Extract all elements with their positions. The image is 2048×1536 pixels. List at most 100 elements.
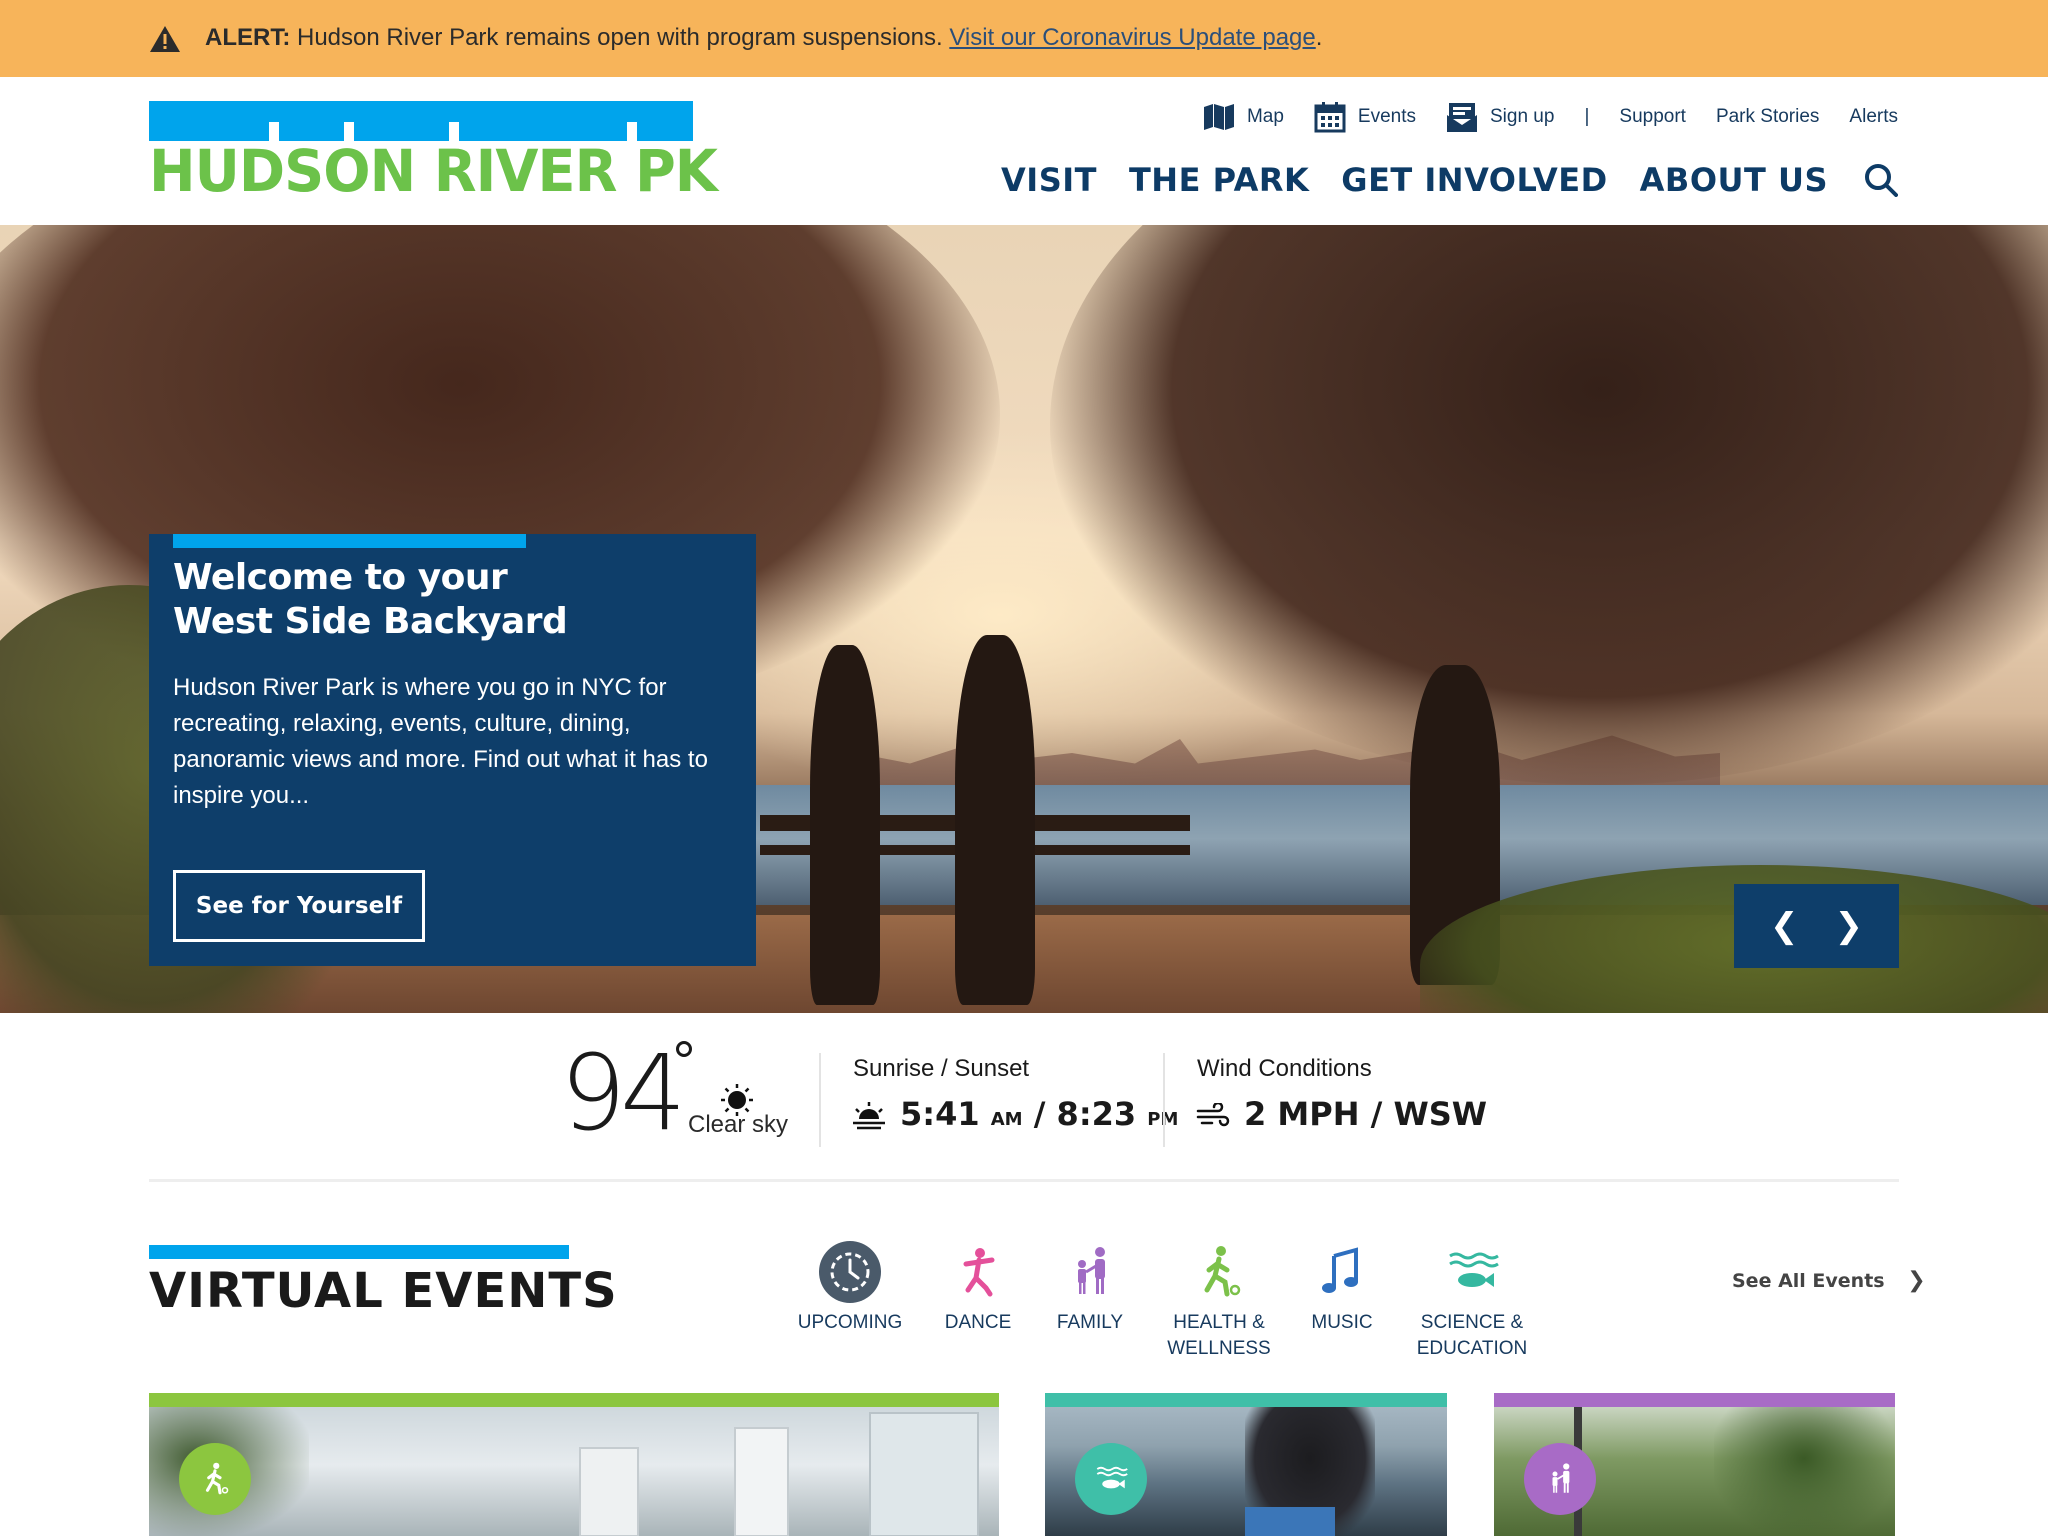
logo-wordmark: HUDSON RIVER PK xyxy=(149,137,718,205)
sun-times-label: Sunrise / Sunset xyxy=(853,1055,1030,1082)
hero-runner xyxy=(810,645,880,1005)
category-label: SCIENCE & xyxy=(1420,1312,1524,1333)
weather-divider xyxy=(1163,1053,1165,1147)
category-label: HEALTH & xyxy=(1173,1312,1265,1333)
nav-item-about-us[interactable]: ABOUT US xyxy=(1640,161,1828,199)
clock-icon xyxy=(819,1241,881,1303)
weather-bar: 94 Clear sky Sunrise / Sunset 5:41 AM / … xyxy=(0,1013,2048,1183)
category-label: UPCOMING xyxy=(797,1312,903,1333)
alert-label: ALERT: xyxy=(205,24,291,51)
hero-description: Hudson River Park is where you go in NYC… xyxy=(173,674,708,809)
util-link-park-stories[interactable]: Park Stories xyxy=(1716,106,1819,128)
event-card[interactable] xyxy=(149,1393,999,1536)
alert-message: Hudson River Park remains open with prog… xyxy=(297,24,943,51)
sunset-icon xyxy=(853,1102,885,1130)
sun-times-value: 5:41 AM / 8:23 PM xyxy=(900,1095,1178,1133)
util-link-map[interactable]: Map xyxy=(1203,103,1284,131)
alert-trailing: . xyxy=(1315,24,1323,51)
util-link-label: Alerts xyxy=(1849,106,1898,127)
util-link-signup[interactable]: Sign up xyxy=(1446,101,1554,133)
logo-bridge-bar xyxy=(149,101,693,141)
carousel-controls: ❮ ❯ xyxy=(1734,884,1899,968)
category-label: MUSIC xyxy=(1311,1312,1373,1333)
hero-trees xyxy=(1050,225,2048,785)
fish-icon xyxy=(1449,1252,1499,1287)
category-family[interactable]: FAMILY xyxy=(1040,1240,1140,1336)
carousel-prev-button[interactable]: ❮ xyxy=(1764,906,1804,946)
nav-item-get-involved[interactable]: GET INVOLVED xyxy=(1341,161,1607,199)
alert-bar: ALERT: Hudson River Park remains open wi… xyxy=(0,0,2048,77)
util-link-events[interactable]: Events xyxy=(1314,101,1416,133)
photo-building xyxy=(734,1427,789,1536)
utility-nav: Map Events Sign up | Support Park Storie… xyxy=(1173,99,1898,135)
warning-icon xyxy=(150,26,180,52)
sunset-time: 8:23 xyxy=(1056,1095,1137,1133)
photo-building xyxy=(579,1447,639,1536)
dancer-icon xyxy=(963,1248,995,1297)
chevron-right-icon: ❯ xyxy=(1907,1268,1926,1293)
event-card-photo xyxy=(149,1407,999,1536)
event-card-accent xyxy=(149,1393,999,1407)
hero-title: Welcome to your West Side Backyard xyxy=(173,556,733,644)
map-icon xyxy=(1203,104,1234,130)
util-link-label: Support xyxy=(1619,106,1686,127)
section-divider xyxy=(149,1179,1899,1182)
family-icon xyxy=(1078,1247,1105,1294)
category-label: EDUCATION xyxy=(1416,1338,1528,1359)
photo-building xyxy=(869,1412,979,1536)
calendar-icon xyxy=(1314,102,1346,133)
event-category-badge xyxy=(179,1443,251,1515)
site-logo[interactable]: HUDSON RIVER PK xyxy=(149,101,718,201)
search-icon[interactable] xyxy=(1864,163,1898,197)
util-link-support[interactable]: Support xyxy=(1619,106,1686,128)
event-category-filters: UPCOMING DANCE FAMILY HEALTH & WELLNESS xyxy=(0,1240,2048,1360)
photo-sign xyxy=(1245,1507,1335,1536)
util-link-label: Park Stories xyxy=(1715,106,1820,127)
category-science-education[interactable]: SCIENCE & EDUCATION xyxy=(1404,1240,1540,1362)
event-card[interactable] xyxy=(1494,1393,1895,1536)
hero-carousel: Welcome to your West Side Backyard Hudso… xyxy=(0,225,2048,1013)
util-link-label: Map xyxy=(1246,106,1284,127)
category-upcoming[interactable]: UPCOMING xyxy=(790,1240,910,1336)
util-link-label: Sign up xyxy=(1490,106,1555,127)
event-card-accent xyxy=(1045,1393,1447,1407)
coronavirus-update-link[interactable]: Visit our Coronavirus Update page xyxy=(949,24,1315,51)
wind-label: Wind Conditions xyxy=(1197,1055,1372,1082)
time-separator: / xyxy=(1022,1095,1057,1133)
category-music[interactable]: MUSIC xyxy=(1292,1240,1392,1336)
runner-icon xyxy=(1204,1246,1241,1297)
nav-item-the-park[interactable]: THE PARK xyxy=(1129,161,1309,199)
hero-card: Welcome to your West Side Backyard Hudso… xyxy=(149,534,756,966)
hero-title-line: West Side Backyard xyxy=(173,601,568,642)
sunrise-suffix: AM xyxy=(990,1109,1023,1130)
category-dance[interactable]: DANCE xyxy=(928,1240,1028,1336)
category-health-wellness[interactable]: HEALTH & WELLNESS xyxy=(1158,1240,1280,1362)
music-note-icon xyxy=(1322,1247,1358,1293)
hero-runner xyxy=(955,635,1035,1005)
see-all-events-link[interactable]: See All Events ❯ xyxy=(1732,1268,1926,1293)
runner-icon xyxy=(205,1462,229,1495)
see-all-label: See All Events xyxy=(1732,1270,1885,1292)
category-label: WELLNESS xyxy=(1167,1338,1271,1359)
nav-item-visit[interactable]: VISIT xyxy=(1001,161,1097,199)
category-label: FAMILY xyxy=(1056,1312,1124,1333)
hero-title-line: Welcome to your xyxy=(173,557,508,598)
event-card-accent xyxy=(1494,1393,1895,1407)
site-header: HUDSON RIVER PK Map Events Sign up | Sup… xyxy=(0,77,2048,225)
category-label: DANCE xyxy=(944,1312,1012,1333)
main-nav: VISIT THE PARK GET INVOLVED ABOUT US xyxy=(969,161,1898,199)
alert-text: ALERT: Hudson River Park remains open wi… xyxy=(205,24,1322,52)
carousel-next-button[interactable]: ❯ xyxy=(1829,906,1869,946)
sunrise-time: 5:41 xyxy=(900,1095,980,1133)
mail-icon xyxy=(1447,103,1477,132)
hero-card-accent xyxy=(173,534,526,548)
util-link-alerts[interactable]: Alerts xyxy=(1849,106,1898,128)
photo-foliage xyxy=(1714,1407,1894,1536)
event-card[interactable] xyxy=(1045,1393,1447,1536)
event-category-badge xyxy=(1524,1443,1596,1515)
util-link-label: Events xyxy=(1357,106,1416,127)
event-category-badge xyxy=(1075,1443,1147,1515)
see-for-yourself-button[interactable]: See for Yourself xyxy=(173,870,425,942)
sky-condition: Clear sky xyxy=(688,1111,789,1138)
temperature: 94 xyxy=(560,1032,686,1154)
